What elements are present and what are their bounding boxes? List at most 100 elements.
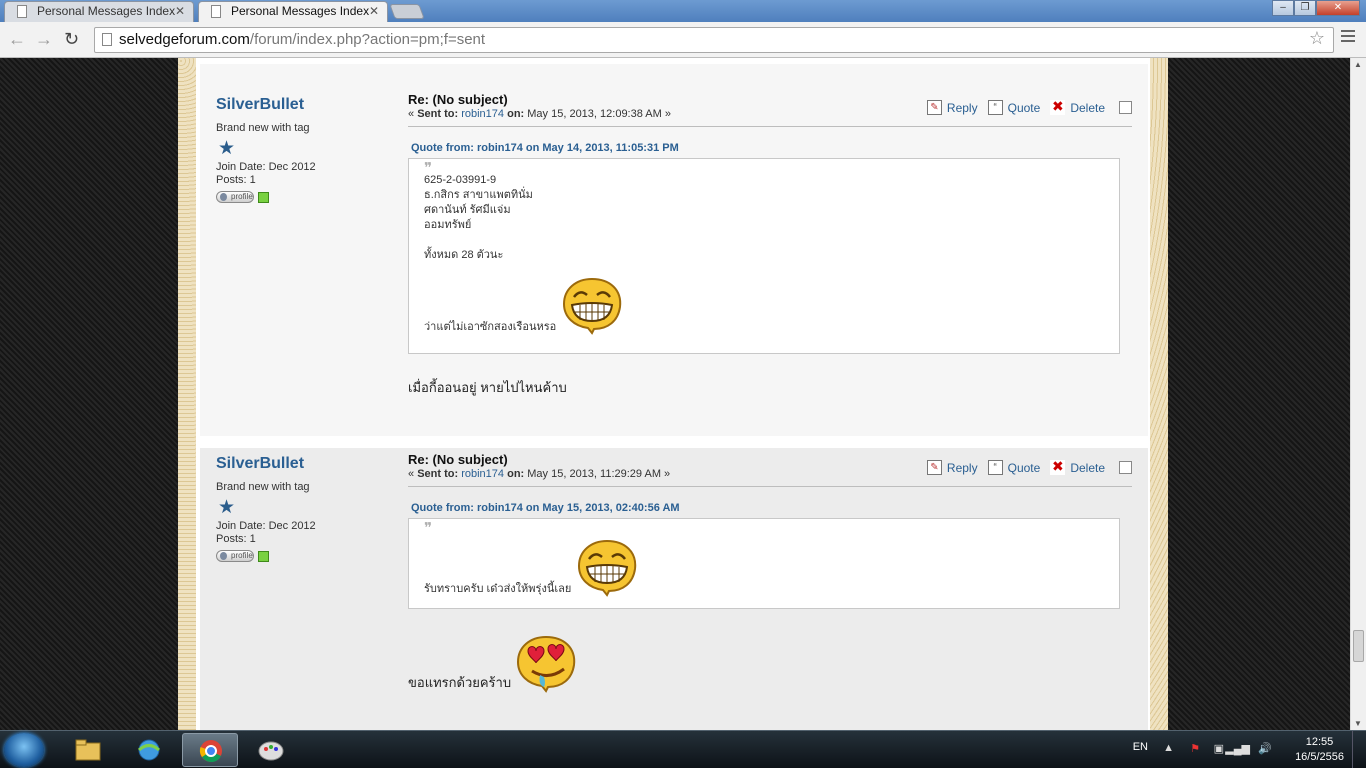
online-status-icon xyxy=(258,550,269,562)
delete-button[interactable]: ✖ Delete xyxy=(1050,458,1105,475)
taskbar-chrome[interactable] xyxy=(182,733,238,767)
post-count: Posts: 1 xyxy=(216,174,256,186)
poster-name-link[interactable]: SilverBullet xyxy=(216,96,396,114)
grin-emoji xyxy=(577,539,636,597)
action-center-flag-icon[interactable]: ⚑ xyxy=(1190,742,1200,755)
sent-to-label: Sent to: xyxy=(417,468,459,480)
window-close-button[interactable]: ✕ xyxy=(1316,0,1360,16)
scroll-up-arrow-icon[interactable]: ▲ xyxy=(1354,60,1362,69)
poster-info: SilverBullet Brand new with tag ★ Join D… xyxy=(216,96,396,203)
taskbar-ie[interactable] xyxy=(121,733,177,767)
sent-prefix: « xyxy=(408,108,418,120)
select-message-checkbox[interactable] xyxy=(1119,101,1132,114)
scroll-down-arrow-icon[interactable]: ▼ xyxy=(1354,719,1362,728)
select-message-checkbox[interactable] xyxy=(1119,461,1132,474)
poster-name-link[interactable]: SilverBullet xyxy=(216,455,396,473)
quote-line: ออมทรัพย์ xyxy=(424,219,472,231)
page-icon xyxy=(102,33,112,46)
on-label: on: xyxy=(507,468,525,480)
quote-button[interactable]: “ Quote xyxy=(987,460,1040,475)
poster-icons: profile xyxy=(216,191,396,203)
browser-toolbar: ← → ↻ selvedgeforum.com/forum/index.php?… xyxy=(0,22,1366,58)
network-signal-icon[interactable]: ▂▄▆ xyxy=(1225,742,1250,755)
quote-last-line: รับทราบครับ เด๋วส่งให้พรุ่งนี้เลย xyxy=(424,537,1105,597)
show-desktop-button[interactable] xyxy=(1352,731,1366,768)
reply-button[interactable]: ✎ Reply xyxy=(926,100,978,115)
forward-arrow-icon[interactable]: → xyxy=(35,28,53,50)
divider xyxy=(408,126,1132,127)
rank-star-icon: ★ xyxy=(218,497,236,518)
quote-block: ❞ รับทราบครับ เด๋วส่งให้พรุ่งนี้เลย xyxy=(408,518,1120,609)
join-date: Join Date: Dec 2012 xyxy=(216,161,316,173)
reply-text: เมื่อกี้ออนอยู่ หายไปไหนค้าบ xyxy=(408,380,567,395)
tab-title: Personal Messages Index xyxy=(37,4,176,18)
language-indicator[interactable]: EN xyxy=(1133,741,1148,753)
message-date: May 15, 2013, 12:09:38 AM » xyxy=(527,108,671,120)
close-icon[interactable]: ✕ xyxy=(369,4,379,18)
recipient-link[interactable]: robin174 xyxy=(461,468,504,480)
love-emoji xyxy=(517,635,576,693)
volume-icon[interactable]: 🔊 xyxy=(1258,742,1272,755)
pm-post: SilverBullet Brand new with tag ★ Join D… xyxy=(200,64,1148,436)
join-date: Join Date: Dec 2012 xyxy=(216,520,316,532)
delete-button[interactable]: ✖ Delete xyxy=(1050,98,1105,115)
reply-line: ขอแทรกด้วยคร้าบ xyxy=(408,633,1132,693)
quote-header: Quote from: robin174 on May 15, 2013, 02… xyxy=(411,502,680,514)
message-body: Re: (No subject) « Sent to: robin174 on:… xyxy=(408,452,1132,693)
sent-to-label: Sent to: xyxy=(417,108,459,120)
quote-text: ว่าแต่ไม่เอาซักสองเรือนหรอ xyxy=(424,321,557,333)
menu-icon[interactable] xyxy=(1341,30,1355,45)
quote-line: 625-2-03991-9 xyxy=(424,174,497,186)
tab-strip: Personal Messages Index ✕ Personal Messa… xyxy=(0,0,1366,22)
quote-icon: “ xyxy=(987,100,1003,115)
browser-tab-1[interactable]: Personal Messages Index ✕ xyxy=(4,1,194,22)
recipient-link[interactable]: robin174 xyxy=(461,108,504,120)
quote-mark-icon: ❞ xyxy=(424,519,433,537)
windows-taskbar: EN ▲ ⚑ ▣ ▂▄▆ 🔊 12:55 16/5/2556 xyxy=(0,730,1366,768)
quote-button[interactable]: “ Quote xyxy=(987,100,1041,115)
address-bar[interactable]: selvedgeforum.com/forum/index.php?action… xyxy=(94,27,1334,53)
url-path: /forum/index.php?action=pm;f=sent xyxy=(249,31,486,48)
message-actions: ✎ Reply “ Quote ✖ Delete xyxy=(926,98,1132,115)
pm-post: SilverBullet Brand new with tag ★ Join D… xyxy=(200,448,1148,730)
bookmark-star-icon[interactable]: ☆ xyxy=(1309,28,1325,49)
start-button[interactable] xyxy=(4,733,44,767)
back-arrow-icon[interactable]: ← xyxy=(8,28,26,50)
poster-info: SilverBullet Brand new with tag ★ Join D… xyxy=(216,455,396,562)
taskbar-explorer[interactable] xyxy=(60,733,116,767)
member-group: Brand new with tag xyxy=(216,122,310,134)
sent-prefix: « xyxy=(408,468,418,480)
delete-icon: ✖ xyxy=(1050,98,1066,115)
url-host: selvedgeforum.com xyxy=(119,31,250,48)
quote-icon: “ xyxy=(987,460,1003,475)
maximize-button[interactable]: ❐ xyxy=(1294,0,1316,16)
profile-button[interactable]: profile xyxy=(216,550,254,562)
device-icon[interactable]: ▣ xyxy=(1214,742,1224,755)
page-viewport: SilverBullet Brand new with tag ★ Join D… xyxy=(0,58,1350,730)
show-hidden-icons-arrow-icon[interactable]: ▲ xyxy=(1163,742,1174,754)
reply-icon: ✎ xyxy=(926,100,942,115)
new-tab-button[interactable] xyxy=(389,4,425,19)
reload-icon[interactable]: ↻ xyxy=(64,28,79,50)
clock-time: 12:55 xyxy=(1305,736,1334,748)
message-actions: ✎ Reply “ Quote ✖ Delete xyxy=(926,458,1132,475)
reply-button[interactable]: ✎ Reply xyxy=(926,460,978,475)
taskbar-paint[interactable] xyxy=(243,733,299,767)
page-icon xyxy=(17,5,27,18)
quote-header: Quote from: robin174 on May 14, 2013, 11… xyxy=(411,142,679,154)
delete-icon: ✖ xyxy=(1050,458,1066,475)
page-scrollbar[interactable]: ▲ ▼ xyxy=(1350,58,1366,730)
browser-tab-2[interactable]: Personal Messages Index ✕ xyxy=(198,1,388,22)
page-icon xyxy=(211,5,221,18)
profile-button[interactable]: profile xyxy=(216,191,254,203)
scrollbar-thumb[interactable] xyxy=(1353,630,1364,662)
quote-line: ธ.กสิกร สาขาแพตทินั่ม xyxy=(424,189,533,201)
quote-label: Quote xyxy=(1007,100,1041,115)
rank-star-icon: ★ xyxy=(218,138,236,159)
tab-title: Personal Messages Index xyxy=(231,4,370,18)
close-icon[interactable]: ✕ xyxy=(175,4,185,18)
grin-emoji xyxy=(562,277,621,335)
minimize-button[interactable]: – xyxy=(1272,0,1294,16)
clock[interactable]: 12:55 16/5/2556 xyxy=(1295,735,1344,765)
